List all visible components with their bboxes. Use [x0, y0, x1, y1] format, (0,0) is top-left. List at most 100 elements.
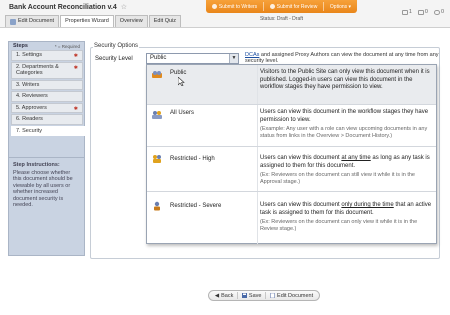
option-all-users[interactable]: All Users Users can view this document i…	[147, 105, 436, 147]
step-departments-categories[interactable]: 2. Departments & Categories ✱	[11, 61, 83, 79]
steps-header: Steps * = Required	[9, 42, 84, 50]
option-description: Visitors to the Public Site can only vie…	[260, 69, 430, 90]
submit-for-review-label: Submit for Review	[276, 3, 318, 10]
arrow-icon	[269, 4, 275, 9]
submit-to-writers-button[interactable]: Submit to Writers	[211, 4, 257, 10]
wizard-navigation: ◀ Back Save Edit Document	[208, 290, 320, 301]
step-readers[interactable]: 6. Readers	[11, 114, 83, 125]
tab-properties-wizard[interactable]: Properties Wizard	[60, 15, 114, 27]
divider	[323, 2, 325, 11]
document-title: Bank Account Reconciliation v.4 ☆	[9, 3, 127, 11]
back-label: Back	[221, 292, 234, 299]
description-emphasis: at any time	[341, 155, 371, 161]
required-marker: ✱	[73, 105, 78, 112]
back-button[interactable]: ◀ Back	[215, 293, 233, 299]
tab-label: Properties Wizard	[65, 18, 109, 24]
tab-label: Overview	[119, 18, 143, 24]
divider	[237, 292, 239, 299]
tab-label: Edit Document	[18, 18, 55, 24]
required-marker: ✱	[73, 64, 78, 71]
counter-value: 0	[440, 9, 444, 15]
option-description: Users can view this document in the work…	[260, 109, 429, 123]
divider	[265, 292, 267, 299]
divider	[257, 147, 258, 191]
arrow-icon	[211, 4, 217, 9]
option-description: Users can view this document only during…	[260, 202, 432, 217]
document-icon	[270, 293, 275, 298]
document-counters: 1 0 0	[401, 9, 444, 15]
description-emphasis: only during the time	[341, 202, 394, 208]
steps-panel: Steps * = Required 1. Settings ✱ 2. Depar…	[8, 41, 86, 158]
option-note: (Example: Any user with a role can view …	[260, 126, 428, 139]
step-instructions: Step Instructions: Please choose whether…	[8, 158, 85, 256]
security-level-dropdown: Public Visitors to the Public Site can o…	[146, 64, 437, 244]
file-icon	[417, 9, 424, 15]
counter-value: 1	[408, 9, 412, 15]
options-menu-button[interactable]: Options ▾	[330, 4, 351, 10]
description-text: Users can view this document	[260, 155, 342, 161]
favorite-star-icon[interactable]: ☆	[121, 4, 127, 11]
tab-label: Edit Quiz	[153, 18, 177, 24]
files-counter[interactable]: 0	[417, 9, 428, 15]
chevron-down-icon[interactable]: ▼	[229, 54, 238, 63]
info-text: and assigned Proxy Authors can view the …	[245, 52, 439, 64]
option-name: All Users	[170, 110, 195, 116]
step-label: 3. Writers	[16, 81, 40, 88]
comments-counter[interactable]: 0	[433, 9, 444, 15]
document-header: Bank Account Reconciliation v.4 ☆ Edit D…	[0, 0, 450, 28]
selected-value: Public	[150, 55, 167, 61]
workflow-action-bar: Submit to Writers Submit for Review Opti…	[206, 0, 357, 13]
counter-value: 0	[424, 9, 428, 15]
option-restricted-severe[interactable]: Restricted - Severe Users can view this …	[147, 192, 436, 244]
step-settings[interactable]: 1. Settings ✱	[11, 50, 83, 61]
paperclip-icon	[401, 9, 408, 15]
security-info-text: DCAs and assigned Proxy Authors can view…	[245, 52, 440, 64]
option-note: (Ex: Reviewers on the document can only …	[260, 219, 418, 232]
divider	[257, 65, 258, 104]
step-label: 6. Readers	[16, 116, 43, 122]
tab-edit-document[interactable]: Edit Document	[5, 15, 60, 27]
option-restricted-high[interactable]: Restricted - High Users can view this do…	[147, 147, 436, 192]
step-reviewers[interactable]: 4. Reviewers	[11, 91, 83, 102]
security-level-select[interactable]: Public ▼	[146, 53, 239, 64]
step-label: 5. Approvers	[16, 104, 47, 111]
security-options-legend: Security Options	[93, 43, 140, 49]
divider	[257, 192, 258, 244]
document-tabs: Edit Document Properties Wizard Overview…	[5, 15, 182, 27]
option-name: Restricted - High	[170, 156, 215, 162]
status-text: Status: Draft - Draft	[259, 16, 304, 22]
tab-overview[interactable]: Overview	[114, 15, 148, 27]
step-writers[interactable]: 3. Writers	[11, 79, 83, 90]
attachments-counter[interactable]: 1	[401, 9, 412, 15]
save-disk-icon	[241, 293, 247, 298]
tab-edit-quiz[interactable]: Edit Quiz	[148, 15, 182, 27]
edit-document-label: Edit Document	[277, 292, 314, 299]
save-button[interactable]: Save	[241, 292, 262, 299]
step-security[interactable]: 7. Security	[11, 125, 86, 136]
document-title-text: Bank Account Reconciliation v.4	[9, 4, 117, 11]
option-note: (Ex: Reviewers on the document can still…	[260, 172, 415, 185]
save-label: Save	[248, 292, 262, 299]
edit-document-button[interactable]: Edit Document	[270, 293, 313, 299]
divider	[257, 105, 258, 146]
options-label: Options ▾	[329, 3, 352, 10]
users-group-icon	[152, 71, 162, 78]
restricted-user-icon	[154, 201, 160, 211]
option-name: Restricted - Severe	[170, 203, 222, 209]
step-label: 2. Departments & Categories	[16, 63, 59, 77]
instructions-text: Please choose whether this document shou…	[13, 169, 73, 209]
step-approvers[interactable]: 5. Approvers ✱	[11, 102, 83, 113]
description-text: Users can view this document	[260, 202, 342, 208]
restricted-users-icon	[153, 155, 161, 163]
comment-icon	[433, 9, 440, 15]
divider	[262, 2, 264, 11]
mouse-pointer-icon	[178, 77, 185, 86]
required-note: * = Required	[54, 43, 80, 49]
steps-title: Steps	[13, 43, 28, 49]
submit-for-review-button[interactable]: Submit for Review	[269, 3, 318, 10]
back-arrow-icon: ◀	[214, 292, 220, 299]
step-label: 1. Settings	[16, 52, 42, 58]
required-marker: ✱	[73, 53, 78, 59]
security-level-label: Security Level	[95, 56, 133, 62]
option-public[interactable]: Public Visitors to the Public Site can o…	[147, 65, 436, 105]
